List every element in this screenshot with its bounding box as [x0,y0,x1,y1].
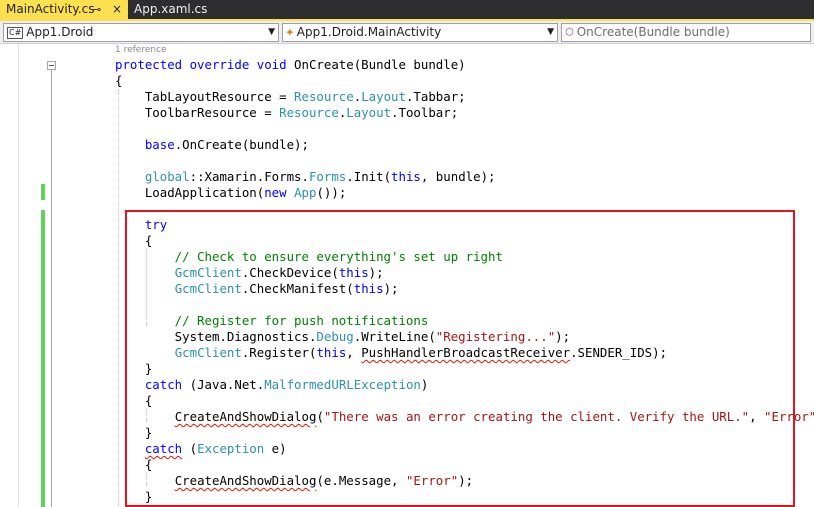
class-dropdown[interactable]: ⯌ App1.Droid.MainActivity ▼ [282,23,558,42]
tab-label: App.xaml.cs [134,2,208,16]
method-name: OnCreate(Bundle bundle) [294,57,466,72]
code-editor[interactable]: 1 reference protected override void OnCr… [0,44,814,507]
project-label: App1.Droid [26,25,94,39]
tab-app-xaml[interactable]: App.xaml.cs [128,0,208,19]
dropdown-arrow-icon: ▼ [268,27,275,37]
tab-label: MainActivity.cs [6,2,95,16]
document-tab-bar: MainActivity.cs ⊸ × App.xaml.cs [0,0,814,21]
member-label: OnCreate(Bundle bundle) [576,25,730,39]
highlight-box [125,210,795,507]
dropdown-arrow-icon: ▼ [547,27,554,37]
class-icon: ⯌ [286,27,294,38]
code-line: global::Xamarin.Forms.Forms.Init(this, b… [144,169,496,184]
tab-mainactivity[interactable]: MainActivity.cs ⊸ × [0,0,128,19]
class-label: App1.Droid.MainActivity [296,25,442,39]
pin-icon[interactable]: ⊸ [92,0,101,19]
code-line: TabLayoutResource = Resource.Layout.Tabb… [115,89,466,104]
collapse-toggle-icon[interactable] [47,61,56,70]
project-dropdown[interactable]: C# App1.Droid ▼ [3,23,279,42]
method-icon: ⬡ [565,27,574,38]
outline-line [51,70,52,507]
code-line: { [115,73,123,88]
member-dropdown[interactable]: ⬡ OnCreate(Bundle bundle) [561,23,811,42]
csharp-project-icon: C# [7,27,24,39]
codelens-references[interactable]: 1 reference [115,44,167,56]
close-icon[interactable]: × [112,0,122,19]
navigation-bar: C# App1.Droid ▼ ⯌ App1.Droid.MainActivity … [0,21,814,44]
code-line: base.OnCreate(bundle); [144,137,309,152]
change-bar [41,210,45,507]
code-line: protected override void OnCreate(Bundle … [115,57,466,72]
indicator-margin [18,44,19,507]
code-line: ToolbarResource = Resource.Layout.Toolba… [115,105,459,120]
code-line: LoadApplication(new App()); [115,185,347,200]
change-bar [41,184,45,200]
